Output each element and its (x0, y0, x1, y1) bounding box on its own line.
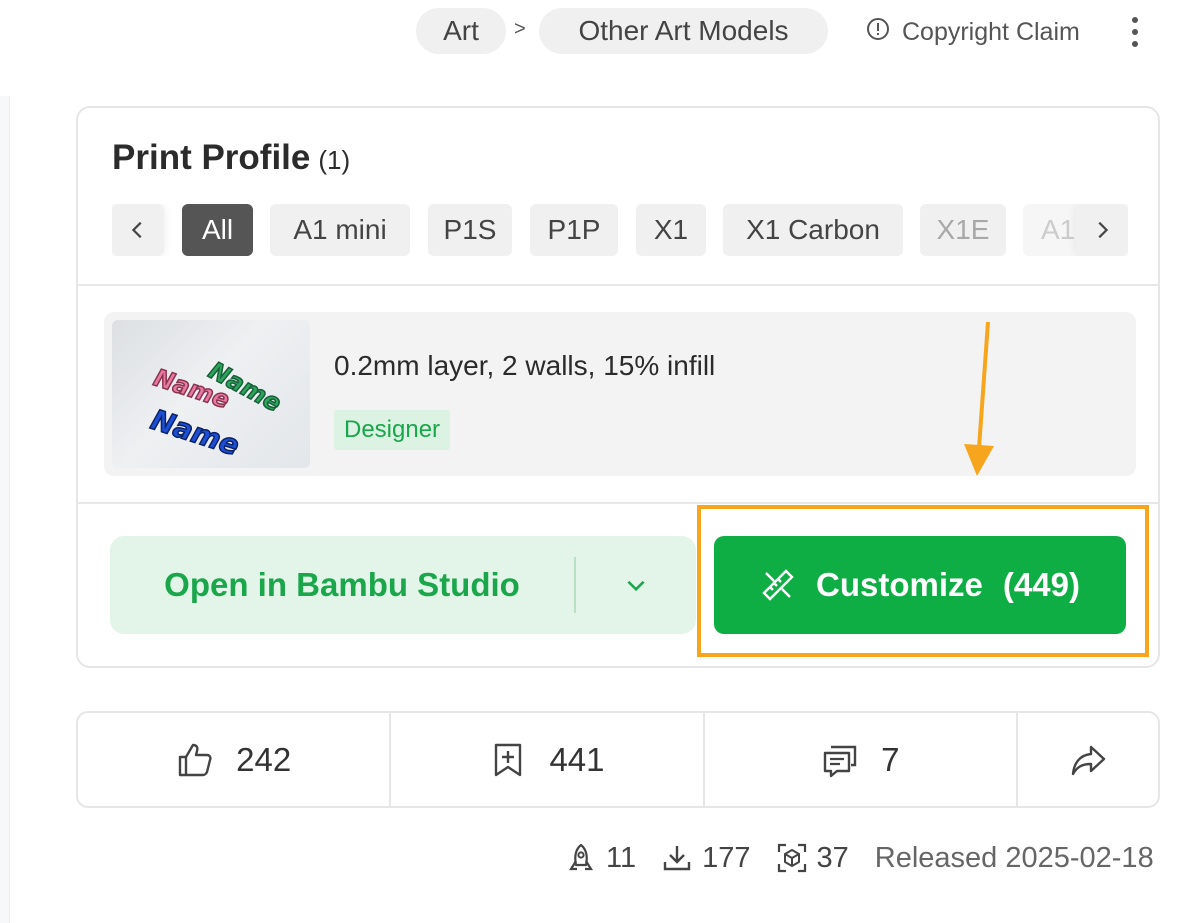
printer-filter-row: All A1 mini P1S P1P X1 X1 Carbon X1E A1 (112, 204, 1128, 256)
like-count: 242 (236, 740, 292, 778)
filter-chip-x1[interactable]: X1 (636, 204, 706, 256)
filter-chip-x1-carbon[interactable]: X1 Carbon (723, 204, 903, 256)
dot (1132, 17, 1138, 23)
print-profile-title: Print Profile (112, 138, 311, 177)
chevron-down-icon (627, 580, 645, 592)
info-circle-icon (866, 17, 890, 48)
download-stat: 177 (662, 841, 751, 875)
thumb-text-blue: Name (147, 403, 243, 462)
open-options-dropdown[interactable] (576, 536, 696, 634)
collect-count: 441 (549, 740, 605, 778)
profile-thumbnail: Name Name Name (112, 320, 310, 468)
customize-label: Customize (816, 566, 983, 603)
customize-button[interactable]: Customize (449) (714, 536, 1126, 634)
print-count: 37 (816, 841, 849, 874)
breadcrumb-art[interactable]: Art (416, 8, 506, 54)
action-bar: 242 441 7 (76, 711, 1160, 808)
copyright-claim-link[interactable]: Copyright Claim (866, 14, 1080, 50)
divider (78, 284, 1158, 286)
breadcrumb-other-art-models[interactable]: Other Art Models (539, 8, 828, 54)
filter-chip-all[interactable]: All (182, 204, 253, 256)
ruler-pencil-icon (762, 569, 794, 601)
left-panel-edge (0, 96, 10, 923)
comment-icon (823, 745, 857, 777)
release-date: Released 2025-02-18 (874, 841, 1154, 874)
model-stats: 11 177 37 Released 2025-02-18 (566, 838, 1154, 878)
print-profile-count: (1) (318, 145, 351, 175)
dot (1132, 29, 1138, 35)
rocket-icon (569, 843, 593, 871)
comment-button[interactable]: 7 (705, 713, 1018, 806)
download-icon (663, 846, 691, 871)
filter-prev-button[interactable] (112, 204, 164, 256)
boost-stat: 11 (566, 842, 636, 875)
copyright-claim-label: Copyright Claim (902, 17, 1080, 46)
share-arrow-icon (1071, 745, 1106, 775)
print-stat: 37 (777, 842, 849, 875)
divider (78, 502, 1158, 504)
filter-chip-p1s[interactable]: P1S (428, 204, 512, 256)
collect-button[interactable]: 441 (391, 713, 705, 806)
filter-next-button[interactable] (1076, 204, 1128, 256)
dot (1132, 41, 1138, 47)
filter-chip-p1p[interactable]: P1P (530, 204, 618, 256)
customize-count: (449) (1002, 566, 1080, 603)
chevron-right-icon (1098, 221, 1109, 239)
chevron-left-icon (131, 221, 142, 239)
designer-badge: Designer (334, 410, 451, 450)
boost-count: 11 (606, 841, 637, 874)
filter-chip-x1e[interactable]: X1E (920, 204, 1006, 256)
comment-count: 7 (881, 740, 900, 778)
thumbs-up-icon (178, 743, 212, 776)
download-count: 177 (702, 841, 751, 874)
like-button[interactable]: 242 (78, 713, 392, 806)
profile-name: 0.2mm layer, 2 walls, 15% infill (334, 350, 716, 381)
open-in-bambu-studio-label: Open in Bambu Studio (164, 566, 520, 603)
print-profile-item[interactable]: Name Name Name 0.2mm layer, 2 walls, 15%… (104, 312, 1136, 476)
bookmark-add-icon (495, 743, 522, 776)
breadcrumb-separator: > (514, 18, 526, 40)
print-profile-card: Print Profile (1) All A1 mini P1S P1P X1… (76, 106, 1160, 668)
scan-cube-icon (777, 843, 806, 873)
print-profile-heading: Print Profile (1) (112, 138, 350, 178)
open-in-bambu-studio-button[interactable]: Open in Bambu Studio (110, 536, 696, 634)
filter-chip-a1-mini[interactable]: A1 mini (270, 204, 410, 256)
page: Art > Other Art Models Copyright Claim P… (0, 0, 1200, 923)
share-button[interactable] (1018, 713, 1158, 806)
more-options-button[interactable] (1118, 12, 1152, 52)
